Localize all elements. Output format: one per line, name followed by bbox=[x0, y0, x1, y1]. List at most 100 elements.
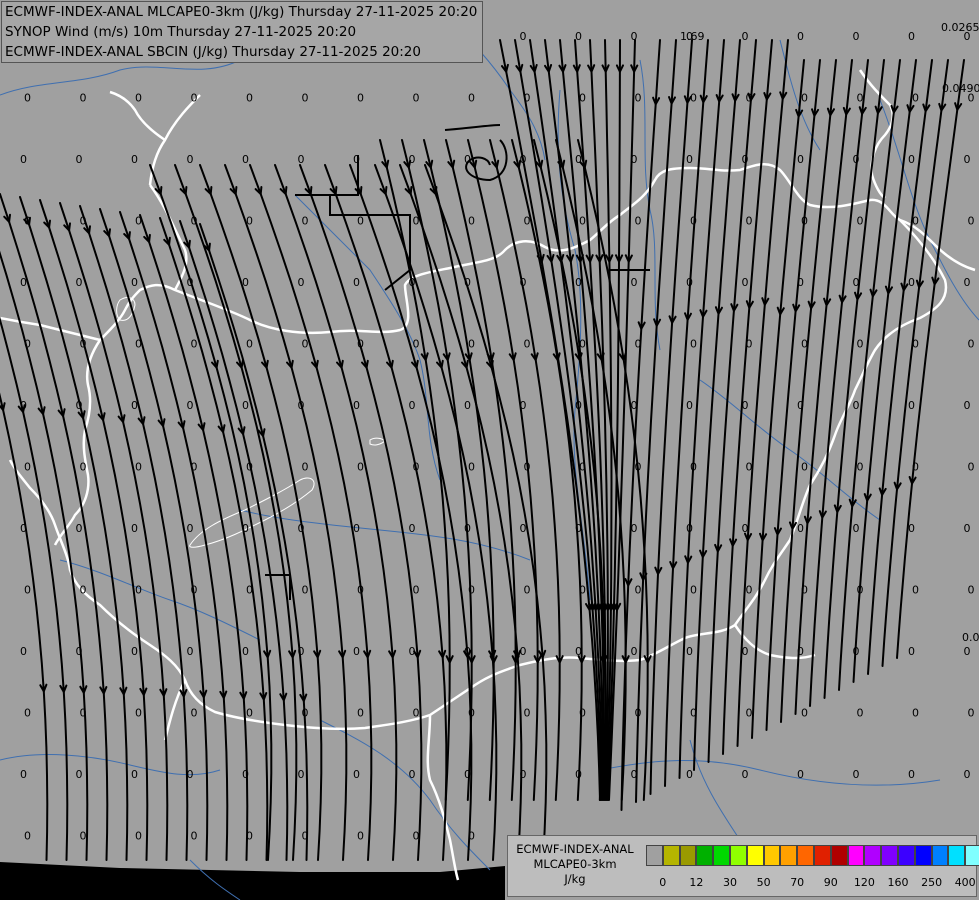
sbcin-value: 0 bbox=[579, 92, 586, 105]
sbcin-value: 0 bbox=[20, 276, 27, 289]
legend-swatch bbox=[780, 845, 798, 866]
sbcin-value: 0 bbox=[24, 461, 31, 474]
sbcin-value: 0 bbox=[797, 399, 804, 412]
sbcin-value: 0 bbox=[131, 276, 138, 289]
sbcin-value: 0 bbox=[797, 645, 804, 658]
sbcin-value: 0 bbox=[80, 92, 87, 105]
sbcin-value: 0 bbox=[298, 645, 305, 658]
sbcin-value: 0 bbox=[579, 338, 586, 351]
sbcin-value: 0 bbox=[631, 30, 638, 43]
sbcin-value: 0 bbox=[742, 399, 749, 412]
sbcin-value: 0 bbox=[76, 645, 83, 658]
sbcin-value: 0 bbox=[246, 338, 253, 351]
sbcin-value: 0 bbox=[912, 584, 919, 597]
sbcin-value: 0 bbox=[191, 92, 198, 105]
cin-annotation: 1.69 bbox=[680, 30, 705, 43]
sbcin-value: 0 bbox=[631, 276, 638, 289]
sbcin-value: 0 bbox=[686, 522, 693, 535]
sbcin-value: 0 bbox=[801, 707, 808, 720]
color-legend: ECMWF-INDEX-ANAL MLCAPE0-3km J/kg 0 12 30 5… bbox=[507, 835, 979, 897]
sbcin-value: 0 bbox=[746, 461, 753, 474]
legend-tick: 90 bbox=[823, 876, 838, 889]
sbcin-value: 0 bbox=[690, 215, 697, 228]
sbcin-value: 0 bbox=[242, 399, 249, 412]
sbcin-value: 0 bbox=[302, 707, 309, 720]
sbcin-value: 0 bbox=[686, 645, 693, 658]
sbcin-value: 0 bbox=[635, 707, 642, 720]
sbcin-value: 0 bbox=[908, 522, 915, 535]
sbcin-value: 0 bbox=[908, 30, 915, 43]
sbcin-value: 0 bbox=[575, 276, 582, 289]
sbcin-value: 0 bbox=[742, 768, 749, 781]
sbcin-value: 0 bbox=[912, 92, 919, 105]
sbcin-value: 0 bbox=[575, 30, 582, 43]
sbcin-value: 0 bbox=[801, 338, 808, 351]
sbcin-value: 0 bbox=[520, 30, 527, 43]
sbcin-value: 0 bbox=[464, 768, 471, 781]
legend-color-scale bbox=[646, 845, 979, 866]
sbcin-value: 0 bbox=[801, 92, 808, 105]
map-canvas[interactable]: 0 0 0 0 0 0 0 0 0 0 0 0 0 0 0 0 0 0 0 0 0 0 0 0 0 0 0 0 0 0 0 0 0 0 0 0 0 0 0 0… bbox=[0, 0, 979, 900]
weather-map[interactable]: 0 0 0 0 0 0 0 0 0 0 0 0 0 0 0 0 0 0 0 0 0 0 0 0 0 0 0 0 0 0 0 0 0 0 0 0 0 0 0 0… bbox=[0, 0, 979, 900]
sbcin-value: 0 bbox=[20, 522, 27, 535]
legend-swatch bbox=[813, 845, 831, 866]
sbcin-value: 0 bbox=[742, 30, 749, 43]
sbcin-value: 0 bbox=[635, 92, 642, 105]
legend-swatch bbox=[763, 845, 781, 866]
sbcin-value: 0 bbox=[857, 461, 864, 474]
sbcin-value: 0 bbox=[853, 153, 860, 166]
sbcin-value: 0 bbox=[690, 92, 697, 105]
sbcin-value: 0 bbox=[524, 461, 531, 474]
sbcin-value: 0 bbox=[520, 522, 527, 535]
sbcin-value: 0 bbox=[520, 153, 527, 166]
sbcin-value: 0 bbox=[353, 153, 360, 166]
sbcin-value: 0 bbox=[242, 153, 249, 166]
legend-tick: 400 bbox=[954, 876, 976, 889]
sbcin-value: 0 bbox=[635, 215, 642, 228]
sbcin-value: 0 bbox=[686, 399, 693, 412]
sbcin-value: 0 bbox=[302, 338, 309, 351]
legend-swatch bbox=[948, 845, 966, 866]
sbcin-value: 0 bbox=[357, 830, 364, 843]
cin-annotation: 0.0 bbox=[962, 631, 979, 644]
legend-tick: 160 bbox=[887, 876, 909, 889]
sbcin-value: 0 bbox=[357, 707, 364, 720]
sbcin-value: 0 bbox=[131, 645, 138, 658]
sbcin-value: 0 bbox=[187, 153, 194, 166]
sbcin-value: 0 bbox=[191, 584, 198, 597]
legend-swatch bbox=[847, 845, 865, 866]
sbcin-value: 0 bbox=[191, 338, 198, 351]
sbcin-value: 0 bbox=[76, 522, 83, 535]
sbcin-value: 0 bbox=[912, 215, 919, 228]
sbcin-value: 0 bbox=[302, 461, 309, 474]
sbcin-value: 0 bbox=[24, 215, 31, 228]
sbcin-value: 0 bbox=[908, 399, 915, 412]
sbcin-value: 0 bbox=[76, 768, 83, 781]
sbcin-value: 0 bbox=[246, 461, 253, 474]
sbcin-value: 0 bbox=[853, 30, 860, 43]
sbcin-value: 0 bbox=[135, 92, 142, 105]
sbcin-value: 0 bbox=[187, 522, 194, 535]
sbcin-value: 0 bbox=[409, 399, 416, 412]
sbcin-value: 0 bbox=[968, 707, 975, 720]
sbcin-value: 0 bbox=[686, 153, 693, 166]
sbcin-value: 0 bbox=[24, 707, 31, 720]
sbcin-value: 0 bbox=[357, 92, 364, 105]
sbcin-value: 0 bbox=[76, 153, 83, 166]
sbcin-value: 0 bbox=[853, 768, 860, 781]
title-box: ECMWF-INDEX-ANAL MLCAPE0-3km (J/kg) Thur… bbox=[1, 1, 483, 63]
legend-tick: 250 bbox=[921, 876, 943, 889]
sbcin-value: 0 bbox=[464, 276, 471, 289]
sbcin-value: 0 bbox=[20, 768, 27, 781]
sbcin-value: 0 bbox=[80, 461, 87, 474]
sbcin-value: 0 bbox=[912, 707, 919, 720]
sbcin-value: 0 bbox=[413, 461, 420, 474]
sbcin-value: 0 bbox=[24, 830, 31, 843]
sbcin-value: 0 bbox=[968, 461, 975, 474]
sbcin-value: 0 bbox=[797, 153, 804, 166]
sbcin-value: 0 bbox=[464, 645, 471, 658]
sbcin-value: 0 bbox=[968, 584, 975, 597]
sbcin-value: 0 bbox=[298, 153, 305, 166]
legend-swatch bbox=[965, 845, 979, 866]
legend-swatch bbox=[931, 845, 949, 866]
